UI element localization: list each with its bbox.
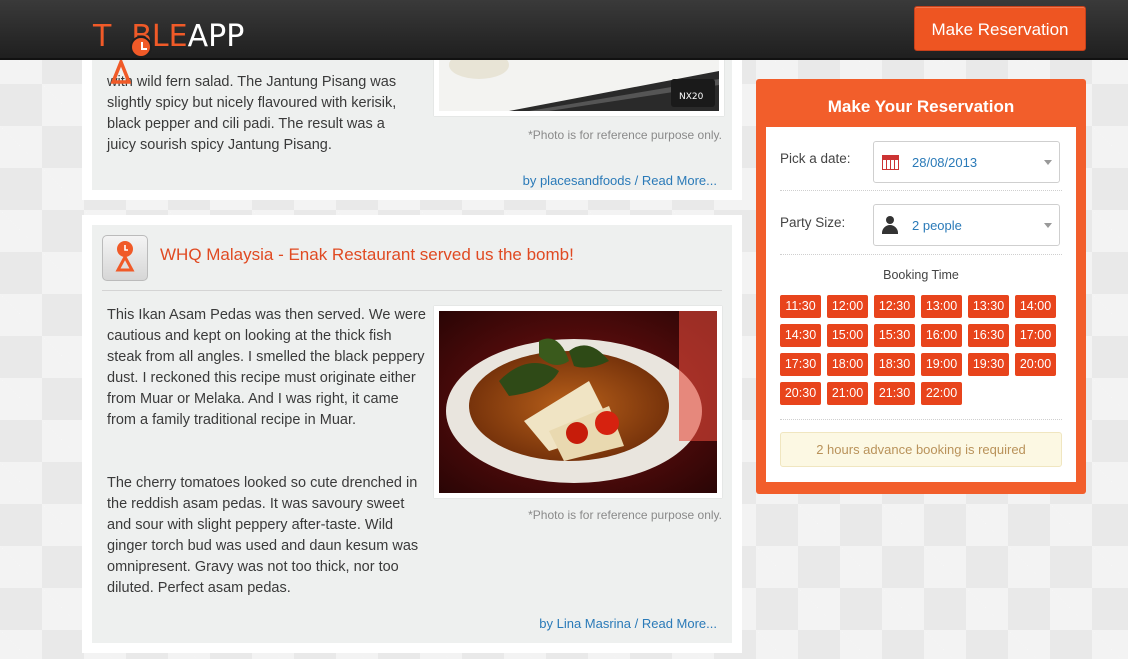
calendar-icon	[882, 155, 899, 170]
logo-letter-t: T	[93, 19, 112, 54]
date-label: Pick a date:	[780, 151, 851, 166]
time-slot-button[interactable]: 14:30	[780, 324, 821, 347]
clock-pin-icon	[130, 36, 153, 58]
time-slot-button[interactable]: 15:30	[874, 324, 915, 347]
svg-text:NX20: NX20	[679, 92, 704, 102]
chevron-down-icon	[1044, 160, 1052, 165]
reservation-form: Pick a date: 28/08/2013 Party Size: 2 pe…	[766, 127, 1076, 482]
article-2-photo-note: *Photo is for reference purpose only.	[528, 508, 722, 522]
article-2-photo-image	[439, 311, 717, 493]
time-slot-button[interactable]: 21:30	[874, 382, 915, 405]
reservation-panel: Make Your Reservation Pick a date: 28/08…	[756, 79, 1086, 494]
article-2-photo[interactable]	[434, 306, 722, 498]
date-value: 28/08/2013	[912, 155, 978, 170]
person-icon	[882, 216, 898, 234]
party-size-select[interactable]: 2 people	[873, 204, 1060, 246]
tableapp-clock-icon	[102, 235, 148, 281]
time-slot-button[interactable]: 13:00	[921, 295, 962, 318]
logo-letters-app: APP	[187, 19, 245, 54]
time-slot-button[interactable]: 14:00	[1015, 295, 1056, 318]
article-card-2: WHQ Malaysia - Enak Restaurant served us…	[82, 215, 742, 653]
reservation-panel-title: Make Your Reservation	[827, 97, 1015, 116]
article-1-read-more-link[interactable]: by placesandfoods / Read More...	[434, 173, 717, 188]
time-slot-button[interactable]: 20:00	[1015, 353, 1056, 376]
article-card-2-inner: WHQ Malaysia - Enak Restaurant served us…	[92, 225, 732, 643]
advance-booking-notice: 2 hours advance booking is required	[780, 432, 1062, 467]
article-2-paragraph-1: This Ikan Asam Pedas was then served. We…	[107, 307, 426, 428]
time-slot-grid: 11:30 12:00 12:30 13:00 13:30 14:00 14:30 15:00…	[780, 295, 1070, 405]
time-slot-button[interactable]: 16:00	[921, 324, 962, 347]
top-navbar: T BLE APP Make Reservation	[0, 0, 1128, 84]
party-size-row: Party Size: 2 people	[780, 191, 1062, 255]
chevron-down-icon	[1044, 223, 1052, 228]
time-slot-button[interactable]: 19:00	[921, 353, 962, 376]
party-size-label: Party Size:	[780, 215, 846, 230]
booking-time-label: Booking Time	[883, 268, 959, 282]
article-card-1-inner: with wild fern salad. The Jantung Pisang…	[92, 40, 732, 190]
date-picker[interactable]: 28/08/2013	[873, 141, 1060, 183]
time-slot-button[interactable]: 22:00	[921, 382, 962, 405]
article-2-header: WHQ Malaysia - Enak Restaurant served us…	[102, 235, 722, 291]
time-slot-button[interactable]: 21:00	[827, 382, 868, 405]
article-2-title-link[interactable]: WHQ Malaysia - Enak Restaurant served us…	[160, 245, 574, 265]
date-row: Pick a date: 28/08/2013	[780, 127, 1062, 191]
article-2-read-more-link[interactable]: by Lina Masrina / Read More...	[434, 616, 717, 631]
article-card-1: with wild fern salad. The Jantung Pisang…	[82, 40, 742, 200]
time-slot-button[interactable]: 19:30	[968, 353, 1009, 376]
tableapp-logo[interactable]: T BLE APP	[93, 19, 245, 84]
article-1-photo-note: *Photo is for reference purpose only.	[528, 128, 722, 142]
party-size-value: 2 people	[912, 218, 962, 233]
article-icon-glyph	[115, 241, 135, 272]
divider	[780, 419, 1062, 420]
logo-a-glyph	[111, 60, 132, 84]
time-slot-button[interactable]: 12:30	[874, 295, 915, 318]
article-2-paragraph-2: The cherry tomatoes looked so cute drenc…	[107, 475, 419, 596]
make-reservation-button[interactable]: Make Reservation	[914, 6, 1086, 51]
time-slot-button[interactable]: 15:00	[827, 324, 868, 347]
time-slot-button[interactable]: 12:00	[827, 295, 868, 318]
time-slot-button[interactable]: 18:00	[827, 353, 868, 376]
time-slot-button[interactable]: 17:30	[780, 353, 821, 376]
time-slot-button[interactable]: 17:00	[1015, 324, 1056, 347]
time-slot-button[interactable]: 20:30	[780, 382, 821, 405]
time-slot-button[interactable]: 11:30	[780, 295, 821, 318]
time-slot-button[interactable]: 13:30	[968, 295, 1009, 318]
article-1-text: with wild fern salad. The Jantung Pisang…	[107, 74, 397, 153]
time-slot-button[interactable]: 16:30	[968, 324, 1009, 347]
time-slot-button[interactable]: 18:30	[874, 353, 915, 376]
